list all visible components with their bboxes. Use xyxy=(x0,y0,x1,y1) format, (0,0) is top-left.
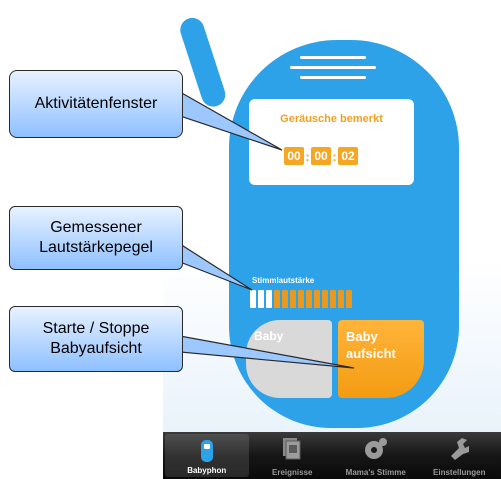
callout-volume-level: Gemessener Lautstärkepegel xyxy=(9,206,183,270)
callout-start-stop: Starte / Stoppe Babyaufsicht xyxy=(9,306,183,372)
callout-activity-window: Aktivitätenfenster xyxy=(9,70,183,138)
